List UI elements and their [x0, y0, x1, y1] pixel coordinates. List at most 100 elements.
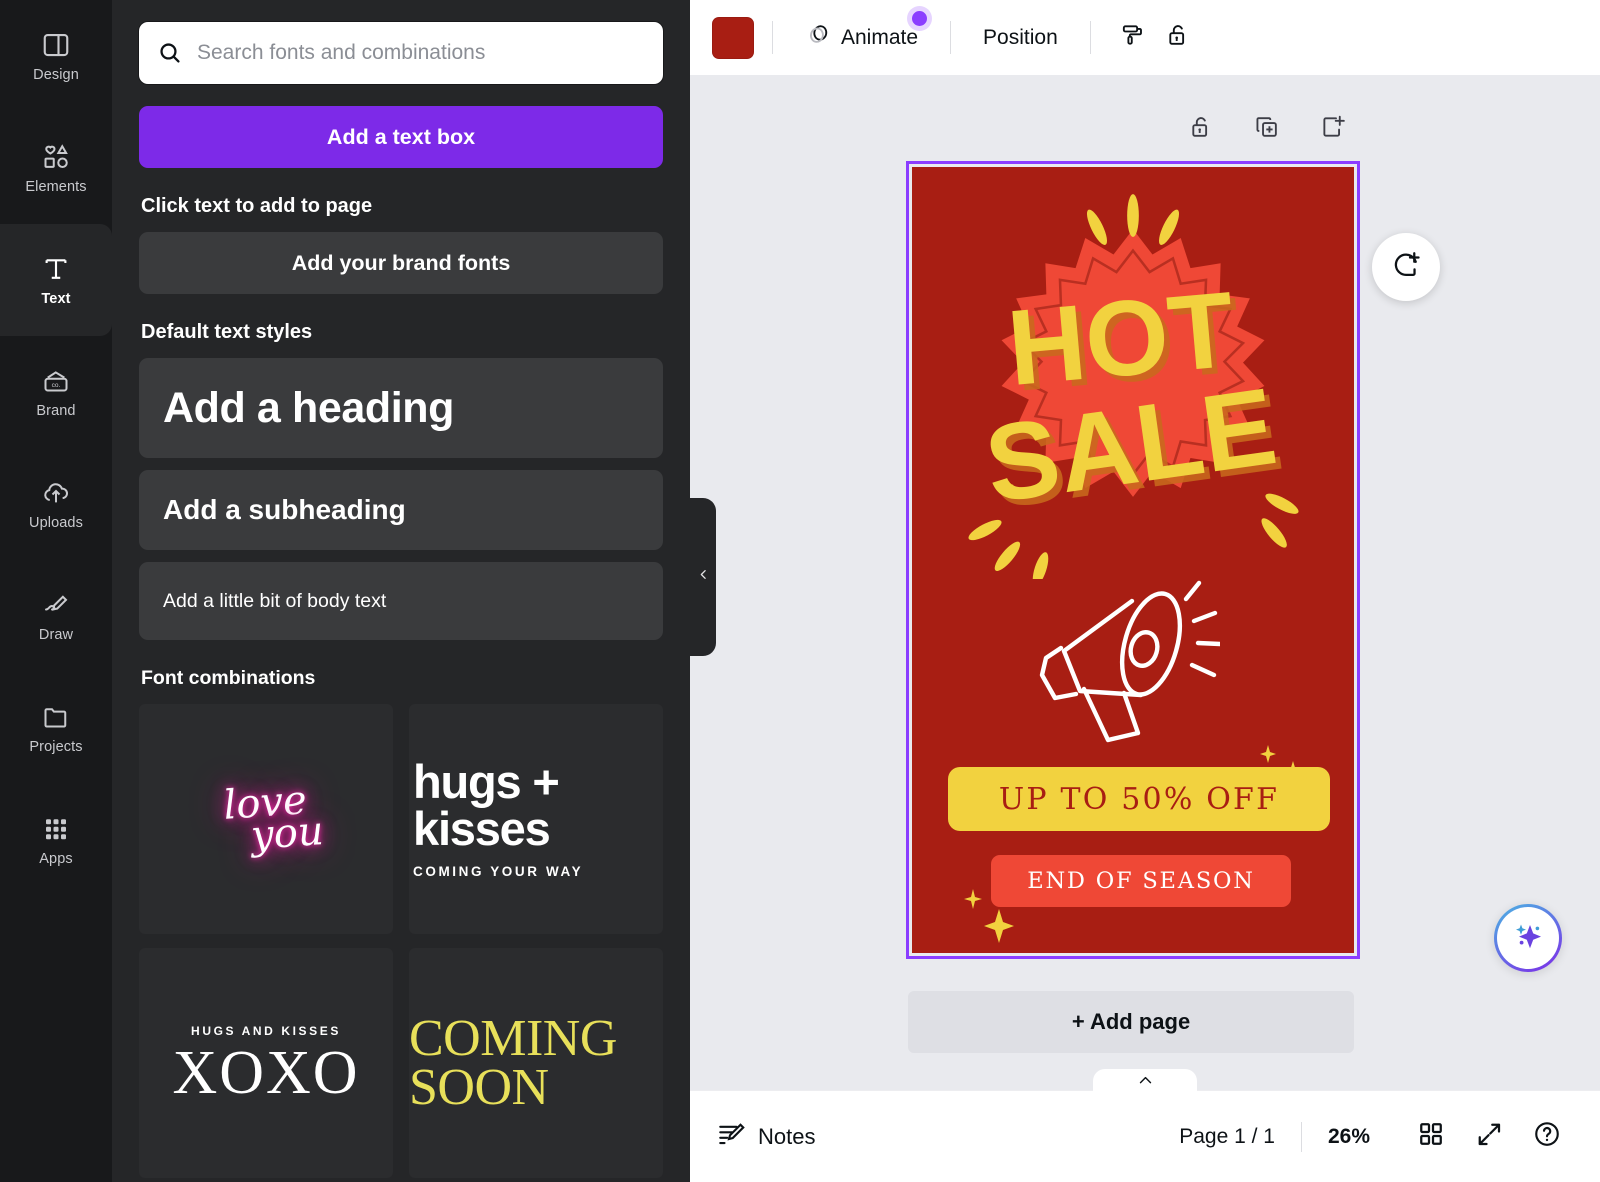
sidebar-label-projects: Projects — [29, 739, 82, 755]
sidebar-label-draw: Draw — [39, 627, 73, 643]
toolbar-divider — [1090, 21, 1091, 54]
search-icon — [157, 40, 183, 66]
brand-icon: co. — [41, 366, 71, 396]
season-badge-label: END OF SEASON — [1027, 868, 1255, 894]
grid-view-icon — [1416, 1119, 1446, 1154]
bottom-bar: Notes Page 1 / 1 26% — [690, 1090, 1600, 1182]
sparkle-icon — [984, 909, 1014, 943]
combo-preview-text: hugs + kisses COMING YOUR WAY — [409, 759, 663, 878]
combo-love-you-neon[interactable]: love you — [139, 704, 393, 934]
grid-view-button[interactable] — [1408, 1114, 1454, 1160]
magic-studio-button[interactable] — [1494, 904, 1562, 972]
add-brand-fonts-button[interactable]: Add your brand fonts — [139, 232, 663, 294]
neon-line-2: you — [250, 812, 325, 855]
poster-design[interactable]: HOT HOT SALE SALE — [912, 167, 1354, 953]
sparkle-icon — [1260, 745, 1276, 763]
sidebar-label-design: Design — [33, 67, 79, 83]
object-toolbar: Animate Position — [690, 0, 1600, 75]
fullscreen-button[interactable] — [1466, 1114, 1512, 1160]
sidebar-item-text[interactable]: Text — [0, 224, 112, 336]
chevron-left-icon — [697, 568, 710, 586]
style-card-heading[interactable]: Add a heading — [139, 358, 663, 458]
color-swatch-button[interactable] — [712, 17, 754, 59]
position-label: Position — [983, 26, 1058, 50]
search-field[interactable] — [139, 22, 663, 84]
sidebar-item-uploads[interactable]: Uploads — [0, 448, 112, 560]
position-button[interactable]: Position — [969, 17, 1072, 59]
sidebar-item-elements[interactable]: Elements — [0, 112, 112, 224]
sidebar-label-elements: Elements — [25, 179, 86, 195]
collapse-panel-button[interactable] — [690, 498, 716, 656]
xoxo-title: XOXO — [139, 1046, 393, 1102]
sparkle-icon — [964, 889, 982, 909]
add-page-icon — [1319, 113, 1347, 146]
season-badge[interactable]: END OF SEASON — [991, 855, 1291, 907]
notes-label: Notes — [758, 1124, 815, 1150]
help-button[interactable] — [1524, 1114, 1570, 1160]
add-comment-button[interactable] — [1372, 233, 1440, 301]
sidebar-item-projects[interactable]: Projects — [0, 672, 112, 784]
offer-badge[interactable]: UP TO 50% OFF — [948, 767, 1330, 831]
add-page-button[interactable] — [1317, 113, 1349, 145]
animate-label: Animate — [841, 26, 918, 50]
zoom-level[interactable]: 26% — [1302, 1125, 1396, 1149]
style-card-body[interactable]: Add a little bit of body text — [139, 562, 663, 640]
combo-preview-text: love you — [207, 780, 324, 858]
hugs-line-2: kisses — [413, 806, 663, 852]
duplicate-page-button[interactable] — [1251, 113, 1283, 145]
combo-coming-soon[interactable]: COMING SOON — [409, 948, 663, 1178]
copy-style-button[interactable] — [1109, 15, 1155, 61]
page-indicator[interactable]: Page 1 / 1 — [1179, 1125, 1301, 1149]
search-input[interactable] — [197, 41, 645, 65]
hugs-line-1: hugs + — [413, 759, 663, 805]
apps-icon — [41, 814, 71, 844]
sidebar-label-uploads: Uploads — [29, 515, 83, 531]
animate-new-badge — [912, 11, 927, 26]
click-text-hint: Click text to add to page — [141, 195, 663, 218]
add-text-box-button[interactable]: Add a text box — [139, 106, 663, 168]
animate-icon — [805, 21, 832, 54]
canva-editor-window: Design Elements Text — [0, 0, 1600, 1182]
default-text-styles-title: Default text styles — [141, 321, 663, 344]
sidebar-label-text: Text — [41, 291, 70, 307]
combo-xoxo[interactable]: HUGS AND KISSES XOXO — [139, 948, 393, 1178]
duplicate-page-icon — [1253, 113, 1281, 146]
chevron-up-icon — [1137, 1072, 1154, 1094]
uploads-icon — [41, 478, 71, 508]
combo-hugs-kisses[interactable]: hugs + kisses COMING YOUR WAY — [409, 704, 663, 934]
coming-line-2: SOON — [409, 1063, 663, 1112]
expand-pages-panel-button[interactable] — [1093, 1069, 1197, 1093]
animate-button[interactable]: Animate — [791, 12, 932, 63]
sidebar-label-brand: Brand — [36, 403, 75, 419]
megaphone-icon — [1020, 565, 1220, 745]
hugs-subtitle: COMING YOUR WAY — [413, 864, 663, 879]
sidebar-item-draw[interactable]: Draw — [0, 560, 112, 672]
lock-button[interactable] — [1155, 15, 1201, 61]
sparkle-icon — [1278, 761, 1308, 795]
comment-add-icon — [1390, 249, 1422, 286]
sidebar-item-brand[interactable]: co. Brand — [0, 336, 112, 448]
font-combinations-grid: love you hugs + kisses COMING YOUR WAY H… — [139, 704, 663, 1178]
toolbar-divider — [772, 21, 773, 54]
page-tools — [1185, 113, 1349, 145]
fullscreen-icon — [1474, 1119, 1504, 1154]
sidebar-item-apps[interactable]: Apps — [0, 784, 112, 896]
style-card-subheading[interactable]: Add a subheading — [139, 470, 663, 550]
draw-icon — [41, 590, 71, 620]
magic-sparkles-icon — [1510, 918, 1546, 959]
canvas-area: HOT HOT SALE SALE — [690, 75, 1600, 1090]
notes-button[interactable]: Notes — [716, 1119, 815, 1155]
hot-sale-burst: HOT HOT SALE SALE — [912, 189, 1354, 579]
font-combinations-title: Font combinations — [141, 667, 663, 690]
add-page-bar-button[interactable]: + Add page — [908, 991, 1354, 1053]
sidebar-item-design[interactable]: Design — [0, 0, 112, 112]
combo-preview-text: COMING SOON — [409, 1014, 663, 1113]
projects-icon — [41, 702, 71, 732]
combo-preview-text: HUGS AND KISSES XOXO — [139, 1024, 393, 1102]
editor-area: Animate Position — [690, 0, 1600, 1182]
page-selection-frame[interactable]: HOT HOT SALE SALE — [906, 161, 1360, 959]
design-icon — [41, 30, 71, 60]
xoxo-kicker: HUGS AND KISSES — [139, 1024, 393, 1038]
page-lock-button[interactable] — [1185, 113, 1217, 145]
unlock-icon — [1164, 21, 1192, 54]
